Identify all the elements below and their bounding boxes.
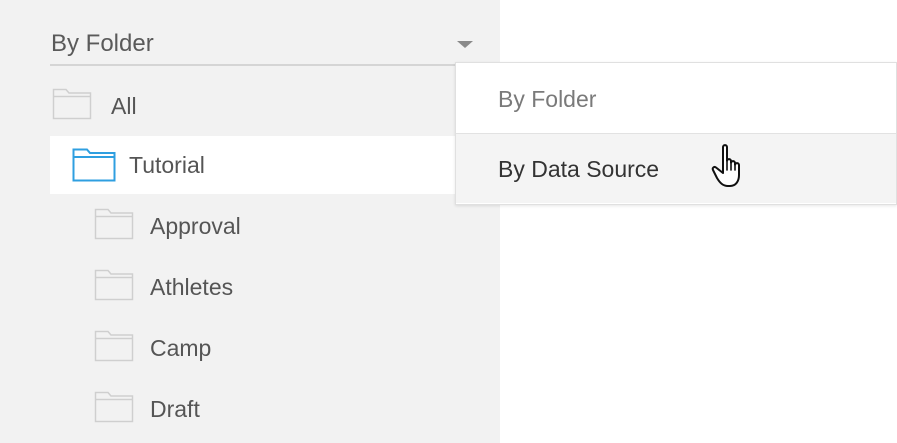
dropdown-option-label: By Folder (498, 86, 597, 112)
view-mode-dropdown-menu: By Folder By Data Source (455, 62, 897, 205)
folder-icon (72, 146, 116, 187)
tree-item-athletes[interactable]: Athletes (50, 257, 470, 315)
folder-icon (94, 206, 134, 245)
folder-icon (94, 389, 134, 428)
folder-icon (52, 86, 92, 125)
tree-item-label: All (111, 93, 137, 119)
triangle-down-icon[interactable] (457, 41, 473, 48)
tree-item-label: Athletes (150, 274, 234, 300)
tree-item-tutorial[interactable]: Tutorial (50, 136, 455, 194)
browse-panel: By Folder All Tutorial Approval Athletes… (0, 0, 897, 443)
tree-item-draft[interactable]: Draft (50, 379, 470, 437)
tree-item-label: Draft (150, 396, 200, 422)
folder-icon (94, 267, 134, 306)
tree-item-label: Tutorial (129, 152, 205, 178)
hand-pointer-icon (711, 143, 751, 194)
tree-item-approval[interactable]: Approval (50, 196, 470, 254)
dropdown-option-by-data-source[interactable]: By Data Source (456, 133, 896, 203)
tree-item-all[interactable]: All (50, 77, 470, 135)
folder-icon (94, 328, 134, 367)
dropdown-option-by-folder[interactable]: By Folder (456, 63, 896, 133)
sidebar: By Folder All Tutorial Approval Athletes… (0, 0, 500, 443)
dropdown-option-label: By Data Source (498, 156, 660, 182)
tree-item-label: Camp (150, 335, 212, 361)
tree-item-label: Approval (150, 213, 241, 239)
tree-item-camp[interactable]: Camp (50, 318, 470, 376)
view-mode-select[interactable]: By Folder (50, 18, 485, 66)
view-mode-select-value: By Folder (51, 30, 154, 57)
